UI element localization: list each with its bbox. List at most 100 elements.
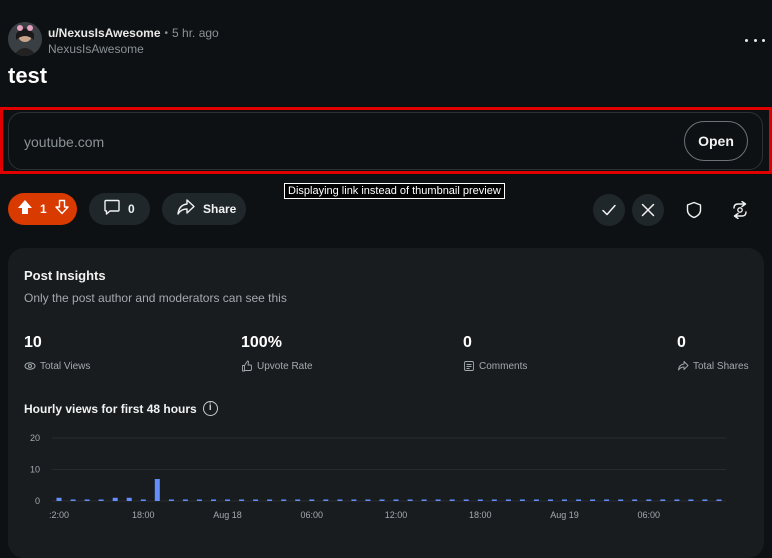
comments-button[interactable]: 0 [89, 193, 150, 225]
thumbs-up-icon [242, 360, 252, 372]
upvote-rate-label: Upvote Rate [241, 360, 313, 372]
chart-bar [660, 499, 666, 501]
total-shares-label: Total Shares [677, 360, 749, 372]
checkmark-icon [602, 204, 616, 216]
chart-bar [505, 499, 511, 501]
approve-button[interactable] [593, 194, 625, 226]
chart-bar [365, 499, 371, 501]
stat-label-text: Upvote Rate [257, 360, 313, 372]
comments-value: 0 [463, 334, 472, 351]
x-tick-label: 18:00 [469, 510, 492, 520]
share-button[interactable]: Share [162, 193, 246, 225]
chart-bar [407, 499, 413, 501]
post-time: 5 hr. ago [172, 26, 219, 40]
stat-label-text: Total Shares [693, 360, 749, 372]
downvote-icon[interactable] [54, 199, 70, 220]
x-tick-label: 18:00 [132, 510, 155, 520]
close-icon [641, 203, 655, 217]
link-highlight-frame [0, 107, 772, 174]
crosspost-icon [733, 201, 747, 219]
vote-pill: 1 [8, 193, 77, 225]
separator-dot: • [164, 27, 169, 39]
y-tick-label: 10 [30, 465, 40, 475]
chart-bar [337, 499, 343, 501]
chart-bar [267, 499, 273, 501]
stat-label-text: Total Views [40, 360, 91, 372]
chart-bar [421, 499, 427, 501]
upvote-rate-value: 100% [241, 334, 282, 351]
comments-label: Comments [463, 360, 527, 372]
chart-bar [84, 499, 90, 501]
chart-bar [309, 499, 315, 501]
chart-bar [477, 499, 483, 501]
chart-bar [491, 499, 497, 501]
chart-bar [70, 499, 76, 501]
author-line: u/NexusIsAwesome • 5 hr. ago [48, 26, 219, 40]
info-icon[interactable]: i [202, 401, 218, 416]
share-label: Share [203, 202, 237, 216]
total-views-value: 10 [24, 334, 42, 351]
x-tick-label: :2:00 [49, 510, 69, 520]
y-tick-label: 20 [30, 433, 40, 443]
avatar[interactable] [8, 22, 42, 56]
link-tooltip: Displaying link instead of thumbnail pre… [284, 183, 505, 199]
chart-bar [449, 499, 455, 501]
y-tick-label: 0 [35, 496, 40, 506]
chart-bar [562, 499, 567, 501]
remove-button[interactable] [632, 194, 664, 226]
author-subtitle: NexusIsAwesome [48, 42, 144, 56]
insights-subtitle: Only the post author and moderators can … [24, 291, 287, 305]
chart-bar [56, 497, 62, 501]
post-title: test [8, 63, 48, 88]
crosspost-button[interactable] [724, 194, 756, 226]
shield-icon [686, 201, 702, 219]
comments-icon [464, 361, 474, 371]
x-tick-label: 12:00 [385, 510, 408, 520]
chart-title: Hourly views for first 48 hours i [24, 401, 218, 416]
chart-bar [239, 499, 245, 501]
x-tick-label: 06:00 [301, 510, 324, 520]
chart-bar [519, 499, 525, 501]
chart-bar [225, 499, 230, 501]
chart-bar [196, 499, 202, 501]
chart-bar [604, 499, 610, 501]
chart-bar [548, 499, 553, 501]
chart-bar [295, 499, 301, 501]
chart-bar [126, 497, 132, 501]
chart-bar [182, 499, 188, 501]
insights-title: Post Insights [24, 268, 106, 283]
chart-bar [632, 499, 638, 501]
upvote-icon[interactable] [17, 199, 33, 220]
chart-bar [393, 499, 399, 501]
stat-label-text: Comments [479, 360, 528, 372]
mod-shield-button[interactable] [678, 194, 710, 226]
more-options-icon[interactable] [745, 32, 765, 48]
chart-bar [281, 499, 287, 501]
chart-bar [674, 499, 680, 501]
chart-bar [435, 499, 441, 501]
chart-bar [168, 499, 174, 501]
comment-count: 0 [128, 202, 135, 216]
chart-bar [618, 499, 624, 501]
chart-bar [533, 499, 539, 501]
chart-bar [688, 499, 694, 501]
comment-icon [103, 198, 121, 221]
total-views-label: Total Views [24, 360, 90, 372]
chart-bar [112, 497, 118, 501]
eye-icon [24, 362, 36, 370]
chart-title-text: Hourly views for first 48 hours [24, 401, 197, 416]
chart-bar [140, 499, 146, 501]
chart-bar [576, 499, 582, 501]
chart-bar [323, 499, 329, 501]
author-name[interactable]: u/NexusIsAwesome [48, 26, 161, 40]
chart-bar [253, 499, 259, 501]
share-icon [176, 198, 196, 221]
chart-bar [702, 499, 708, 501]
chart-bar [351, 499, 357, 501]
share-icon [678, 361, 689, 371]
x-tick-label: Aug 18 [213, 510, 242, 520]
chart-bar [154, 479, 160, 501]
x-tick-label: 06:00 [638, 510, 661, 520]
x-tick-label: Aug 19 [550, 510, 579, 520]
chart-bar [716, 499, 722, 501]
